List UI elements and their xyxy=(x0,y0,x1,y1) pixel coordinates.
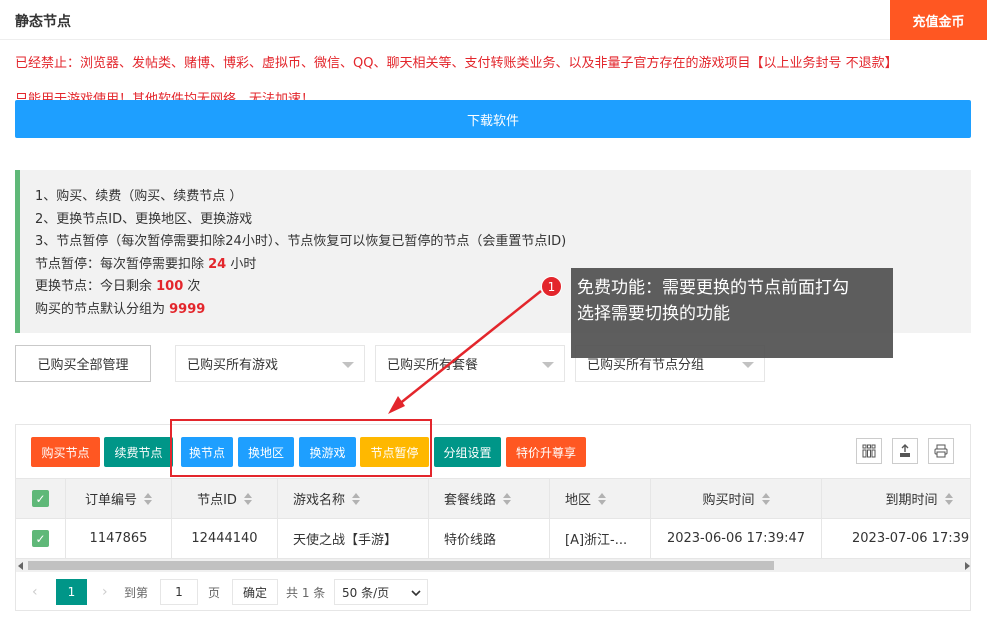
column-label: 订单编号 xyxy=(84,493,137,508)
next-page-icon[interactable]: › xyxy=(102,584,108,600)
hint-line-1: 免费功能：需要更换的节点前面打勾 xyxy=(577,278,849,298)
table-header: ✓ 订单编号 节点ID 游戏名称 套餐线路 地区 购买时间 到期时间 xyxy=(16,479,970,519)
column-header-buy-time[interactable]: 购买时间 xyxy=(651,479,822,518)
column-header-package[interactable]: 套餐线路 xyxy=(429,479,550,518)
chevron-down-icon xyxy=(411,590,421,597)
table-toolbar: 购买节点 续费节点 换节点 换地区 换游戏 节点暂停 分组设置 特价升尊享 xyxy=(16,425,970,479)
manage-all-button[interactable]: 已购买全部管理 xyxy=(15,345,151,382)
cell-game: 天使之战【手游】 xyxy=(278,519,429,558)
page-jump-input[interactable]: 1 xyxy=(160,579,198,605)
column-header-region[interactable]: 地区 xyxy=(550,479,651,518)
scroll-left-icon[interactable] xyxy=(18,562,23,570)
column-label: 套餐线路 xyxy=(444,493,497,508)
goto-label: 到第 xyxy=(124,586,149,600)
column-header-order-no[interactable]: 订单编号 xyxy=(66,479,172,518)
chevron-down-icon xyxy=(742,362,754,368)
cell-order-no: 1147865 xyxy=(66,519,172,558)
recharge-button[interactable]: 充值金币 xyxy=(890,0,987,40)
highlight-box xyxy=(170,419,432,477)
sort-icon[interactable] xyxy=(503,492,512,505)
prev-page-icon[interactable]: ‹ xyxy=(32,584,38,600)
download-software-button[interactable]: 下载软件 xyxy=(15,100,971,138)
sort-icon[interactable] xyxy=(352,492,361,505)
sort-icon[interactable] xyxy=(598,492,607,505)
game-filter-value: 已购买所有游戏 xyxy=(187,358,279,373)
change-info-suffix: 次 xyxy=(183,279,201,294)
row-checkbox[interactable]: ✓ xyxy=(32,530,49,547)
change-remaining: 100 xyxy=(156,279,184,294)
print-icon[interactable] xyxy=(928,438,954,464)
sort-icon[interactable] xyxy=(944,492,953,505)
pause-hours: 24 xyxy=(208,256,227,272)
column-header-game[interactable]: 游戏名称 xyxy=(278,479,429,518)
chevron-down-icon xyxy=(542,362,554,368)
column-label: 节点ID xyxy=(197,493,237,508)
select-all-checkbox[interactable]: ✓ xyxy=(32,490,49,507)
scroll-right-icon[interactable] xyxy=(965,562,970,570)
renew-node-button[interactable]: 续费节点 xyxy=(104,437,173,467)
hint-tooltip: 免费功能：需要更换的节点前面打勾 选择需要切换的功能 xyxy=(571,268,893,358)
cell-node-id: 12444140 xyxy=(172,519,278,558)
static-node-page: 静态节点 充值金币 已经禁止：浏览器、发帖类、赌博、博彩、虚拟币、微信、QQ、聊… xyxy=(0,0,987,642)
cell-expire-time: 2023-07-06 17:39:47 xyxy=(852,531,970,546)
default-group: 9999 xyxy=(169,301,206,317)
pause-info-suffix: 小时 xyxy=(226,256,257,272)
group-settings-button[interactable]: 分组设置 xyxy=(434,437,501,467)
cell-package: 特价线路 xyxy=(429,519,550,558)
pagination: ‹ 1 › 到第 1 页 确定 共 1 条 50 条/页 xyxy=(16,572,970,610)
sort-icon[interactable] xyxy=(761,492,770,505)
columns-icon[interactable] xyxy=(856,438,882,464)
total-count: 共 1 条 xyxy=(286,586,326,600)
page-size-value: 50 条/页 xyxy=(342,585,390,600)
page-title: 静态节点 xyxy=(15,14,71,30)
step-badge: 1 xyxy=(541,276,562,297)
header-checkbox-cell: ✓ xyxy=(16,479,66,518)
chevron-down-icon xyxy=(342,362,354,368)
column-label: 地区 xyxy=(565,493,592,508)
instruction-line-2: 2、更换节点ID、更换地区、更换游戏 xyxy=(35,211,253,227)
sort-icon[interactable] xyxy=(144,492,152,505)
buy-node-button[interactable]: 购买节点 xyxy=(31,437,100,467)
pause-info-prefix: 节点暂停：每次暂停需要扣除 xyxy=(35,256,209,272)
column-header-node-id[interactable]: 节点ID xyxy=(172,479,278,518)
banned-notice: 已经禁止：浏览器、发帖类、赌博、博彩、虚拟币、微信、QQ、聊天相关等、支付转账类… xyxy=(15,56,898,71)
instruction-line-1: 1、购买、续费（购买、续费节点 ） xyxy=(35,189,243,204)
page-unit-label: 页 xyxy=(208,586,221,600)
package-filter-select[interactable]: 已购买所有套餐 xyxy=(375,345,565,382)
column-label: 到期时间 xyxy=(885,493,938,508)
column-label: 游戏名称 xyxy=(293,493,346,508)
column-label: 购买时间 xyxy=(702,493,755,508)
usage-notice: 只能用于游戏使用！其他软件均无网络，无法加速！ xyxy=(15,92,315,100)
cell-region: [A]浙江-... xyxy=(550,519,651,558)
page-number-current[interactable]: 1 xyxy=(56,579,87,605)
horizontal-scrollbar[interactable] xyxy=(16,559,970,572)
game-filter-select[interactable]: 已购买所有游戏 xyxy=(175,345,365,382)
instruction-line-3: 3、节点暂停（每次暂停需要扣除24小时）、节点恢复可以恢复已暂停的节点（会重置节… xyxy=(35,234,567,249)
package-filter-value: 已购买所有套餐 xyxy=(387,358,479,373)
scrollbar-thumb[interactable] xyxy=(28,561,774,570)
hint-line-2: 选择需要切换的功能 xyxy=(577,304,730,324)
row-checkbox-cell: ✓ xyxy=(16,519,66,558)
upgrade-premium-button[interactable]: 特价升尊享 xyxy=(506,437,586,467)
change-info-prefix: 更换节点：今日剩余 xyxy=(35,279,157,294)
page-confirm-button[interactable]: 确定 xyxy=(232,579,278,605)
node-table-card: 购买节点 续费节点 换节点 换地区 换游戏 节点暂停 分组设置 特价升尊享 ✓ … xyxy=(15,424,971,611)
group-info-prefix: 购买的节点默认分组为 xyxy=(35,301,170,317)
sort-icon[interactable] xyxy=(243,492,252,505)
column-header-expire-time[interactable]: 到期时间 xyxy=(822,479,970,518)
export-icon[interactable] xyxy=(892,438,918,464)
top-bar: 静态节点 充值金币 xyxy=(0,0,987,40)
page-size-select[interactable]: 50 条/页 xyxy=(334,579,428,605)
cell-buy-time: 2023-06-06 17:39:47 xyxy=(651,519,822,558)
table-row[interactable]: ✓ 1147865 12444140 天使之战【手游】 特价线路 [A]浙江-.… xyxy=(16,519,970,559)
